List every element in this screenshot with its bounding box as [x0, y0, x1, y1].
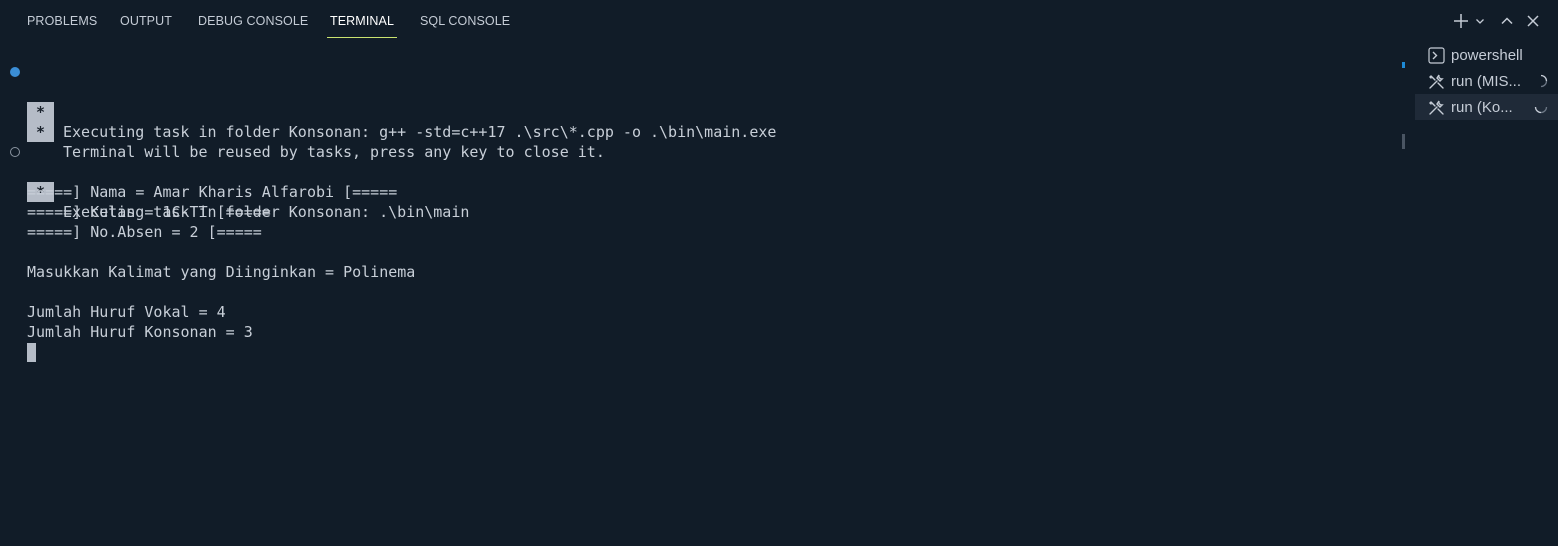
terminal-item-run-mis[interactable]: run (MIS... — [1415, 68, 1558, 94]
terminal-panel: PROBLEMS OUTPUT DEBUG CONSOLE TERMINAL S… — [0, 0, 1558, 546]
terminal-tabs-list: powershell run (MIS... run (Ko... — [1415, 42, 1558, 120]
chevron-up-icon[interactable] — [1496, 10, 1518, 32]
output-line: Jumlah Huruf Vokal = 4 — [27, 303, 226, 321]
output-line: =====] Nama = Amar Kharis Alfarobi [====… — [27, 183, 398, 201]
tools-icon — [1427, 72, 1445, 90]
terminal-item-label: run (MIS... — [1451, 72, 1522, 90]
command-success-decoration-icon[interactable] — [10, 67, 20, 77]
chevron-down-icon[interactable] — [1472, 10, 1488, 32]
tools-icon — [1427, 98, 1445, 116]
command-running-decoration-icon[interactable] — [10, 147, 20, 157]
task-text: Terminal will be reused by tasks, press … — [63, 143, 605, 161]
panel-actions — [1450, 10, 1544, 32]
task-badge: * — [27, 122, 54, 142]
terminal-item-run-ko[interactable]: run (Ko... — [1415, 94, 1558, 120]
terminal-item-label: run (Ko... — [1451, 98, 1513, 116]
plus-icon[interactable] — [1450, 10, 1472, 32]
panel-tab-bar: PROBLEMS OUTPUT DEBUG CONSOLE TERMINAL S… — [0, 0, 1558, 42]
output-line: =====] No.Absen = 2 [===== — [27, 223, 262, 241]
task-line: * Executing task in folder Konsonan: g++… — [10, 62, 776, 141]
tab-problems[interactable]: PROBLEMS — [27, 0, 97, 38]
tab-sql-console[interactable]: SQL CONSOLE — [420, 0, 510, 38]
task-line: * Executing task in folder Konsonan: .\b… — [10, 142, 469, 221]
scrollbar-thumb[interactable] — [1402, 134, 1405, 149]
loading-spinner-icon — [1534, 74, 1548, 92]
terminal-icon — [1427, 46, 1445, 64]
terminal-item-label: powershell — [1451, 46, 1523, 64]
terminal-item-powershell[interactable]: powershell — [1415, 42, 1558, 68]
loading-spinner-icon — [1534, 100, 1548, 118]
scrollbar-marker — [1402, 62, 1405, 68]
task-line: * Terminal will be reused by tasks, pres… — [27, 102, 605, 161]
task-text: Executing task in folder Konsonan: g++ -… — [63, 123, 777, 141]
output-line: =====] Kelas = 1C-TT [===== — [27, 203, 271, 221]
tab-debug-console[interactable]: DEBUG CONSOLE — [198, 0, 308, 38]
output-line: Masukkan Kalimat yang Diinginkan = Polin… — [27, 263, 416, 281]
tab-output[interactable]: OUTPUT — [120, 0, 172, 38]
output-line: Jumlah Huruf Konsonan = 3 — [27, 323, 253, 341]
close-icon[interactable] — [1522, 10, 1544, 32]
terminal-cursor — [27, 343, 36, 362]
tab-terminal[interactable]: TERMINAL — [327, 0, 398, 38]
